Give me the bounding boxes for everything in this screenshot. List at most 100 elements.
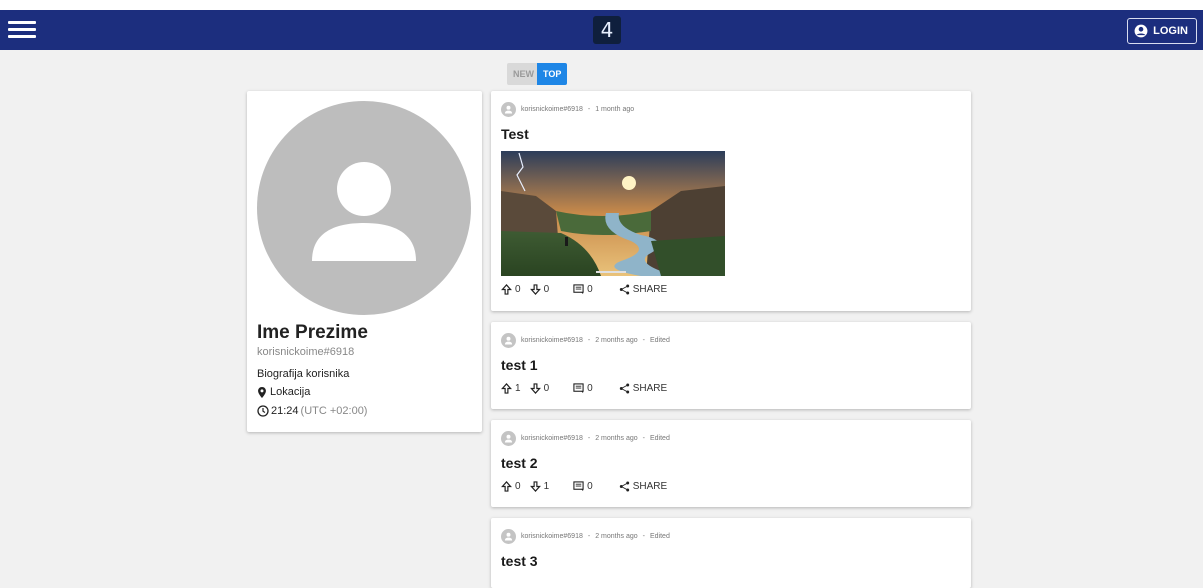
profile-time: 21:24 (UTC +02:00)	[257, 405, 367, 417]
meta-separator: -	[587, 533, 591, 540]
downvote-count: 1	[543, 481, 550, 492]
post-meta: korisnickoime#6918 - 2 months ago - Edit…	[501, 431, 670, 446]
person-icon	[312, 162, 416, 261]
share-button[interactable]: SHARE	[619, 383, 667, 394]
timezone-value: (UTC +02:00)	[300, 405, 368, 417]
post-title[interactable]: test 3	[501, 553, 538, 569]
meta-separator: -	[587, 106, 591, 113]
post-actions: 1 0 0 SHARE	[501, 383, 667, 394]
upvote-button[interactable]: 0	[501, 481, 521, 492]
post-age: 2 months ago	[595, 435, 638, 442]
upvote-count: 1	[515, 383, 521, 394]
post-edited: Edited	[649, 337, 670, 344]
login-label: LOGIN	[1153, 25, 1188, 37]
upvote-button[interactable]: 0	[501, 284, 521, 295]
profile-card: Ime Prezime korisnickoime#6918 Biografij…	[247, 91, 482, 432]
share-icon	[619, 481, 629, 492]
share-label: SHARE	[632, 284, 668, 295]
post-card[interactable]: korisnickoime#6918 - 1 month ago Test 0 …	[491, 91, 971, 311]
arrow-down-icon	[529, 481, 541, 492]
post-actions: 0 0 0 SHARE	[501, 284, 667, 295]
upvote-button[interactable]: 1	[501, 383, 521, 394]
post-image[interactable]	[501, 151, 725, 276]
comment-count: 0	[587, 284, 593, 295]
profile-avatar	[257, 101, 471, 315]
person-icon	[504, 336, 513, 345]
sort-new-button[interactable]: NEW	[507, 63, 537, 85]
post-age: 1 month ago	[595, 106, 635, 113]
arrow-up-icon	[501, 383, 512, 394]
share-button[interactable]: SHARE	[619, 284, 667, 295]
meta-separator: -	[587, 435, 591, 442]
post-actions: 0 1 0 SHARE	[501, 481, 667, 492]
post-edited: Edited	[649, 533, 670, 540]
share-label: SHARE	[632, 383, 668, 394]
post-author[interactable]: korisnickoime#6918	[521, 533, 583, 540]
comment-count: 0	[587, 383, 593, 394]
profile-name: Ime Prezime	[257, 322, 368, 343]
meta-separator: -	[642, 533, 645, 540]
share-button[interactable]: SHARE	[619, 481, 667, 492]
comments-button[interactable]: 0	[573, 284, 593, 295]
author-avatar[interactable]	[501, 529, 516, 544]
app-header: 4 LOGIN	[0, 10, 1203, 50]
arrow-down-icon	[529, 284, 541, 295]
downvote-button[interactable]: 1	[529, 481, 550, 492]
login-button[interactable]: LOGIN	[1127, 18, 1197, 44]
post-age: 2 months ago	[595, 533, 638, 540]
profile-handle: korisnickoime#6918	[257, 346, 355, 358]
menu-icon[interactable]	[8, 18, 36, 42]
arrow-up-icon	[501, 481, 512, 492]
downvote-count: 0	[543, 383, 550, 394]
share-icon	[619, 284, 629, 295]
profile-location: Lokacija	[257, 386, 310, 398]
sort-top-button[interactable]: TOP	[537, 63, 567, 85]
post-meta: korisnickoime#6918 - 2 months ago - Edit…	[501, 529, 670, 544]
comments-button[interactable]: 0	[573, 481, 593, 492]
top-spacer	[0, 0, 1203, 10]
post-title[interactable]: Test	[501, 126, 529, 142]
comment-icon	[573, 481, 584, 492]
meta-separator: -	[587, 337, 591, 344]
downvote-button[interactable]: 0	[529, 284, 550, 295]
post-age: 2 months ago	[595, 337, 638, 344]
upvote-count: 0	[515, 481, 521, 492]
share-icon	[619, 383, 629, 394]
post-title[interactable]: test 2	[501, 455, 538, 471]
comments-button[interactable]: 0	[573, 383, 593, 394]
comment-icon	[573, 383, 584, 394]
share-label: SHARE	[632, 481, 668, 492]
comment-count: 0	[587, 481, 593, 492]
upvote-count: 0	[515, 284, 521, 295]
post-meta: korisnickoime#6918 - 2 months ago - Edit…	[501, 333, 670, 348]
time-value: 21:24	[271, 405, 299, 417]
person-icon	[504, 532, 513, 541]
author-avatar[interactable]	[501, 102, 516, 117]
person-icon	[504, 434, 513, 443]
location-pin-icon	[258, 386, 266, 398]
comment-icon	[573, 284, 584, 295]
post-card[interactable]: korisnickoime#6918 - 2 months ago - Edit…	[491, 322, 971, 409]
app-logo[interactable]: 4	[593, 16, 621, 44]
meta-separator: -	[642, 337, 645, 344]
arrow-down-icon	[529, 383, 541, 394]
post-author[interactable]: korisnickoime#6918	[521, 106, 583, 113]
arrow-up-icon	[501, 284, 512, 295]
post-author[interactable]: korisnickoime#6918	[521, 435, 583, 442]
downvote-count: 0	[543, 284, 550, 295]
account-circle-icon	[1134, 24, 1148, 38]
author-avatar[interactable]	[501, 431, 516, 446]
author-avatar[interactable]	[501, 333, 516, 348]
clock-icon	[257, 405, 269, 417]
post-card[interactable]: korisnickoime#6918 - 2 months ago - Edit…	[491, 420, 971, 507]
meta-separator: -	[642, 435, 645, 442]
post-author[interactable]: korisnickoime#6918	[521, 337, 583, 344]
post-meta: korisnickoime#6918 - 1 month ago	[501, 102, 634, 117]
downvote-button[interactable]: 0	[529, 383, 550, 394]
post-edited: Edited	[649, 435, 670, 442]
location-label: Lokacija	[270, 386, 311, 398]
person-icon	[504, 105, 513, 114]
post-title[interactable]: test 1	[501, 357, 538, 373]
profile-bio: Biografija korisnika	[257, 368, 350, 380]
post-card[interactable]: korisnickoime#6918 - 2 months ago - Edit…	[491, 518, 971, 588]
